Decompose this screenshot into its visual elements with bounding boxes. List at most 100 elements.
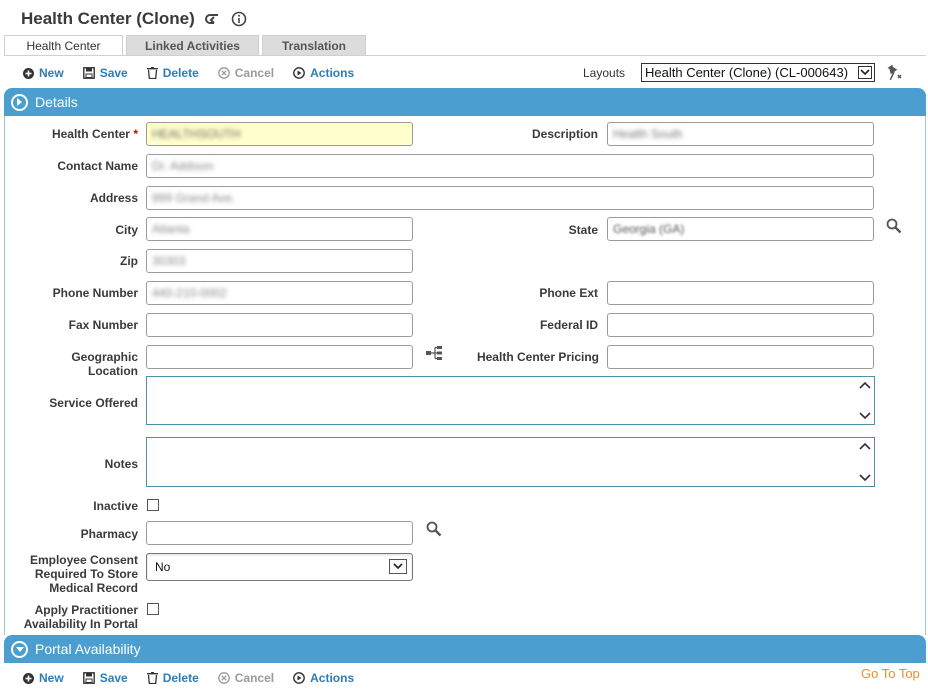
notes-label: Notes — [104, 457, 138, 471]
actions-button[interactable]: Actions — [293, 671, 354, 685]
contact-name-label: Contact Name — [57, 159, 138, 173]
save-button[interactable]: Save — [82, 66, 128, 80]
fax-number-label: Fax Number — [68, 318, 138, 332]
new-label: New — [39, 66, 64, 80]
pharmacy-input[interactable] — [146, 521, 413, 545]
notes-textarea[interactable] — [146, 437, 875, 487]
address-label: Address — [89, 191, 138, 205]
health-center-pricing-input[interactable] — [607, 345, 874, 369]
cancel-button[interactable]: Cancel — [217, 671, 275, 685]
tab-bar: Health Center Linked Activities Translat… — [4, 35, 369, 56]
portal-availability-title: Portal Availability — [35, 641, 141, 657]
search-icon[interactable] — [426, 521, 442, 540]
cancel-label: Cancel — [234, 671, 275, 685]
delete-label: Delete — [162, 66, 199, 80]
tab-linked-activities[interactable]: Linked Activities — [126, 35, 259, 56]
chevron-up-icon — [859, 442, 871, 450]
toolbar-top: New Save Delete Cancel Actions — [23, 63, 373, 83]
chevron-up-icon — [859, 381, 871, 389]
apply-practitioner-label: Apply Practitioner Availability In Porta… — [23, 603, 138, 631]
save-icon — [82, 672, 95, 684]
layouts-label: Layouts — [583, 66, 626, 80]
cancel-label: Cancel — [234, 66, 275, 80]
federal-id-input[interactable] — [607, 313, 874, 337]
employee-consent-label: Employee Consent Required To Store Medic… — [29, 553, 138, 595]
delete-label: Delete — [162, 671, 199, 685]
plus-circle-icon — [23, 67, 34, 79]
play-circle-icon — [293, 67, 306, 79]
new-button[interactable]: New — [23, 66, 64, 80]
service-offered-textarea[interactable] — [146, 376, 875, 425]
address-input[interactable]: 999 Grand Ave. — [146, 186, 874, 210]
actions-button[interactable]: Actions — [293, 66, 354, 80]
play-circle-icon — [293, 672, 306, 684]
city-label: City — [115, 223, 138, 237]
new-button[interactable]: New — [23, 671, 64, 685]
save-label: Save — [99, 66, 128, 80]
pin-icon[interactable] — [886, 64, 904, 83]
federal-id-label: Federal ID — [539, 318, 598, 332]
chevron-down-icon — [859, 474, 871, 482]
trash-icon — [146, 67, 158, 79]
zip-label: Zip — [120, 254, 138, 268]
description-label: Description — [531, 127, 598, 141]
actions-label: Actions — [310, 66, 355, 80]
trash-icon — [146, 672, 158, 684]
new-label: New — [39, 671, 64, 685]
inactive-label: Inactive — [93, 499, 138, 513]
state-label: State — [568, 223, 598, 237]
phone-ext-label: Phone Ext — [539, 286, 598, 300]
delete-button[interactable]: Delete — [146, 66, 199, 80]
pharmacy-label: Pharmacy — [80, 527, 138, 541]
plus-circle-icon — [23, 672, 34, 684]
title-row: Health Center (Clone) — [21, 8, 247, 30]
health-center-input[interactable]: HEALTHSOUTH — [146, 122, 413, 146]
geographic-location-label: Geographic Location — [71, 350, 138, 378]
zip-input[interactable]: 30303 — [146, 249, 413, 273]
chevron-down-icon — [389, 559, 407, 574]
portal-availability-section-header[interactable]: Portal Availability — [4, 635, 926, 663]
cancel-button[interactable]: Cancel — [217, 66, 275, 80]
info-icon[interactable] — [231, 11, 247, 27]
service-offered-label: Service Offered — [49, 396, 138, 410]
city-input[interactable]: Atlanta — [146, 217, 413, 241]
employee-consent-value: No — [155, 560, 171, 574]
page-title: Health Center (Clone) — [21, 9, 195, 28]
apply-practitioner-checkbox[interactable] — [147, 603, 159, 615]
cancel-circle-icon — [217, 67, 230, 79]
save-button[interactable]: Save — [82, 671, 128, 685]
search-icon[interactable] — [886, 218, 902, 237]
chevron-down-icon — [858, 66, 872, 79]
geographic-location-input[interactable] — [146, 345, 413, 369]
employee-consent-select[interactable]: No — [146, 553, 413, 581]
cancel-circle-icon — [217, 672, 230, 684]
save-icon — [82, 67, 95, 79]
phone-ext-input[interactable] — [607, 281, 874, 305]
inactive-checkbox[interactable] — [147, 499, 159, 511]
fax-number-input[interactable] — [146, 313, 413, 337]
chevron-down-icon — [859, 412, 871, 420]
details-section-header[interactable]: Details — [4, 88, 926, 116]
description-input[interactable]: Health South — [607, 122, 874, 146]
delete-button[interactable]: Delete — [146, 671, 199, 685]
layouts-select[interactable]: Health Center (Clone) (CL-000643) — [641, 63, 875, 82]
health-center-pricing-label: Health Center Pricing — [476, 350, 599, 364]
contact-name-input[interactable]: Dr. Addison — [146, 154, 874, 178]
save-label: Save — [99, 671, 128, 685]
details-title: Details — [35, 94, 78, 110]
tab-translation[interactable]: Translation — [262, 35, 366, 56]
return-arrow-icon[interactable] — [204, 12, 221, 26]
go-to-top-link[interactable]: Go To Top — [861, 666, 920, 681]
health-center-label: Health Center * — [51, 127, 138, 141]
scrollbar[interactable] — [859, 442, 871, 482]
scrollbar[interactable] — [859, 381, 871, 420]
toolbar-bottom: New Save Delete Cancel Actions — [23, 668, 373, 688]
tab-health-center[interactable]: Health Center — [4, 35, 123, 56]
expand-right-icon — [11, 93, 28, 111]
state-input[interactable]: Georgia (GA) — [607, 217, 874, 241]
hierarchy-tree-icon[interactable] — [426, 346, 443, 363]
phone-number-input[interactable]: 440-210-0002 — [146, 281, 413, 305]
actions-label: Actions — [310, 671, 355, 685]
phone-number-label: Phone Number — [52, 286, 138, 300]
layouts-selected-value: Health Center (Clone) (CL-000643) — [645, 65, 849, 80]
